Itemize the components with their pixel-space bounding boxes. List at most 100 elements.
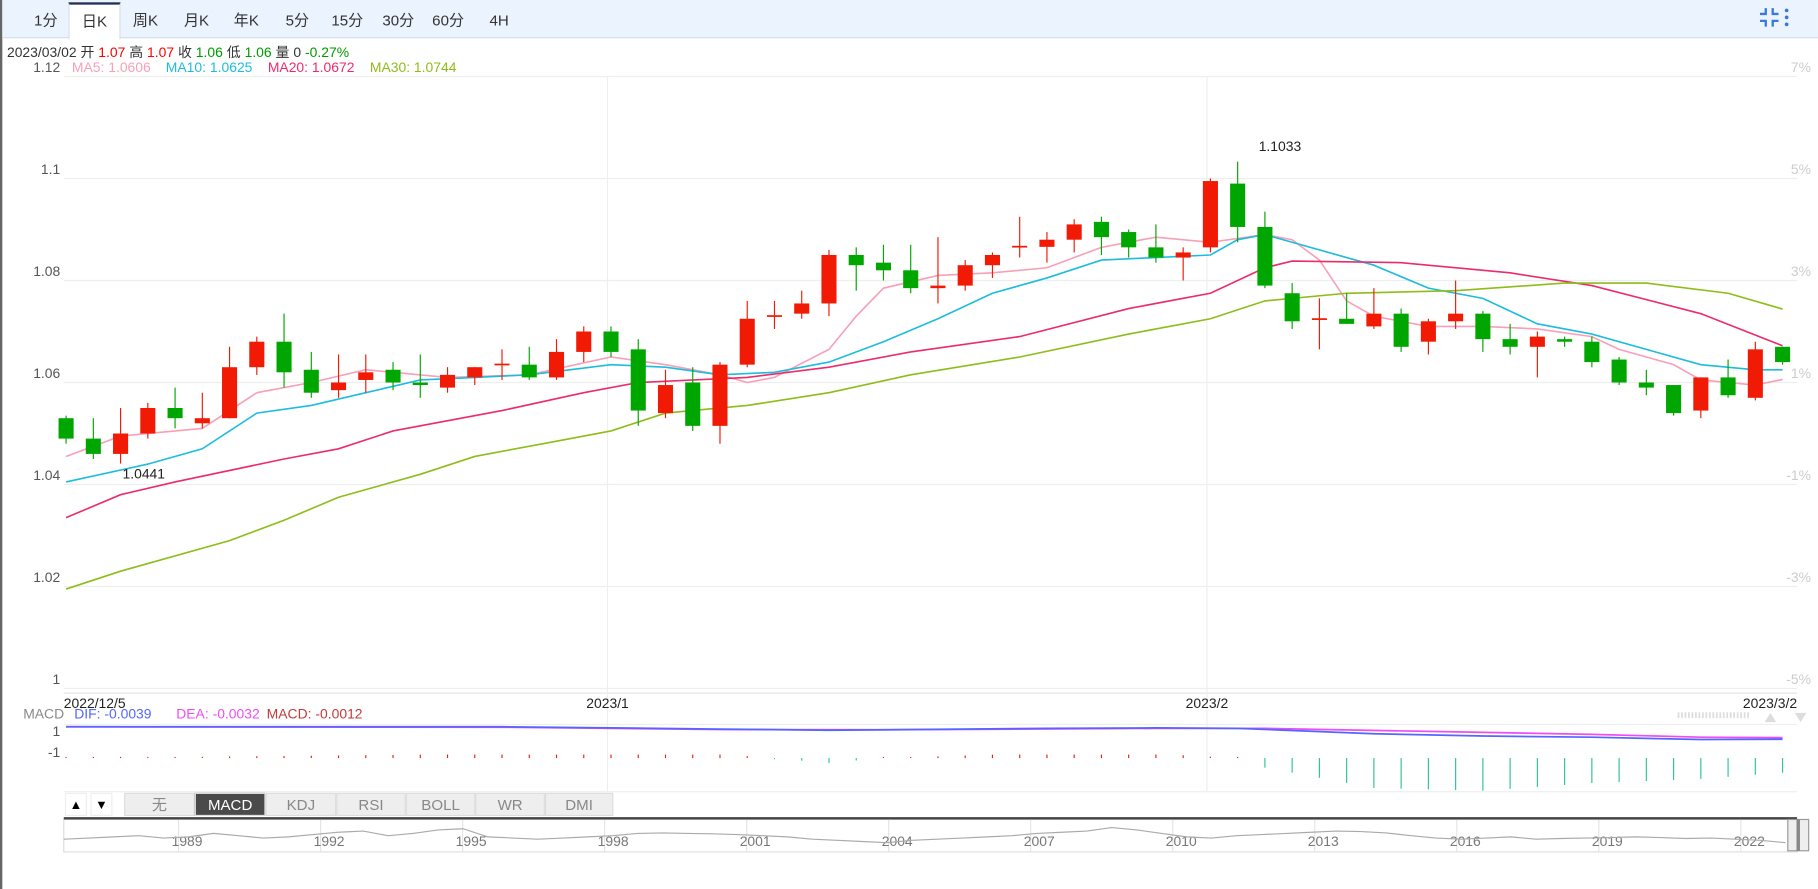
x-date-label: 2023/3/2 [1743, 695, 1797, 711]
indicator-tab-boll[interactable]: BOLL [405, 792, 476, 817]
candle[interactable] [1475, 311, 1491, 352]
candle[interactable] [1039, 232, 1055, 263]
candle[interactable] [1611, 357, 1627, 386]
candle[interactable] [1121, 229, 1137, 258]
candle-body [1148, 247, 1164, 258]
candle[interactable] [548, 339, 565, 380]
candle[interactable] [249, 336, 265, 375]
navigator-year-label: 2007 [1024, 833, 1055, 849]
candle[interactable] [521, 346, 537, 380]
candle[interactable] [1775, 346, 1791, 365]
candle[interactable] [1366, 288, 1382, 329]
dea-legend: DEA: -0.0032 [176, 705, 260, 723]
candle[interactable] [1311, 298, 1327, 350]
kline-chart-widget: 1分 日K 周K 月K 年K 5分 15分 30分 60分 4H 2023/03… [0, 0, 1818, 889]
candle[interactable] [766, 300, 783, 329]
candle[interactable] [58, 415, 74, 444]
right-percent-label: 5% [1791, 161, 1811, 177]
candle[interactable] [685, 367, 701, 431]
navigator-year-label: 1992 [314, 833, 345, 849]
candle-body [1502, 339, 1518, 347]
candle[interactable] [576, 326, 592, 363]
indicator-tab-none[interactable]: 无 [124, 792, 195, 817]
navigator-year-label: 2013 [1308, 833, 1339, 849]
candle-body [1720, 377, 1736, 396]
candle-body [1012, 245, 1028, 248]
candle[interactable] [1720, 359, 1736, 398]
candle[interactable] [1529, 331, 1545, 378]
candle[interactable] [657, 369, 674, 419]
candle[interactable] [276, 313, 292, 388]
candle[interactable] [1175, 247, 1191, 281]
candle[interactable] [630, 339, 646, 426]
y-tick-label: 1.06 [33, 365, 60, 381]
candle[interactable] [303, 351, 319, 398]
candle[interactable] [167, 387, 183, 429]
candle[interactable] [113, 408, 129, 464]
candle[interactable] [794, 290, 810, 319]
candle[interactable] [957, 260, 973, 291]
indicator-tab-wr[interactable]: WR [475, 792, 545, 817]
candle-body [821, 255, 837, 304]
candle-body [1529, 336, 1545, 347]
candle[interactable] [358, 354, 374, 393]
candle[interactable] [1339, 293, 1355, 324]
candle-body [576, 331, 592, 352]
price-chart[interactable]: 1.12 7% 1.1 5% 1.08 3% 1.06 1% 1.04 -1% 1.02 -3% 1 -5… [0, 0, 1818, 889]
candle[interactable] [85, 418, 101, 460]
scroll-up-triangle-icon[interactable] [1764, 712, 1777, 723]
candle[interactable] [439, 367, 456, 393]
candle[interactable] [1230, 161, 1246, 243]
candle[interactable] [1557, 336, 1573, 347]
candle[interactable] [331, 354, 347, 398]
candle[interactable] [222, 346, 238, 419]
candle[interactable] [848, 247, 864, 291]
y-tick-label: 1.08 [33, 263, 60, 279]
candle[interactable] [194, 392, 210, 429]
candle[interactable] [1148, 224, 1164, 263]
candle-body [794, 303, 810, 314]
candle-body [848, 255, 864, 266]
candle[interactable] [1257, 211, 1273, 289]
indicator-up-button[interactable]: ▲ [64, 792, 87, 817]
candle[interactable] [603, 326, 619, 358]
candle[interactable] [739, 300, 755, 368]
candle[interactable] [1584, 336, 1600, 368]
candle[interactable] [930, 237, 946, 304]
candle[interactable] [903, 244, 919, 294]
candle[interactable] [1284, 283, 1300, 329]
candle[interactable] [984, 252, 1000, 278]
scroll-down-triangle-icon[interactable] [1794, 712, 1807, 723]
candle[interactable] [1393, 308, 1409, 352]
candle-body [1121, 232, 1137, 248]
candle[interactable] [1012, 216, 1028, 258]
candle[interactable] [1747, 341, 1763, 401]
indicator-tab-rsi[interactable]: RSI [336, 792, 406, 817]
indicator-tab-kdj[interactable]: KDJ [265, 792, 337, 817]
right-percent-label: 7% [1791, 59, 1811, 75]
indicator-tab-dmi[interactable]: DMI [544, 792, 614, 817]
candle[interactable] [1448, 280, 1464, 329]
candle[interactable] [140, 402, 156, 439]
candle[interactable] [385, 362, 401, 391]
candle-body [85, 438, 101, 454]
candle[interactable] [712, 362, 728, 444]
candle[interactable] [875, 244, 891, 281]
indicator-down-button[interactable]: ▼ [90, 792, 113, 817]
candle-body [113, 433, 129, 454]
candle-body [1230, 183, 1246, 227]
candle[interactable] [1666, 385, 1682, 416]
macd-title: MACD [23, 705, 65, 723]
candle-body [1420, 321, 1436, 342]
candle[interactable] [1202, 178, 1218, 253]
candle[interactable] [1693, 377, 1709, 419]
candle[interactable] [1638, 369, 1654, 396]
candle[interactable] [1420, 318, 1436, 355]
candle-body [1284, 293, 1300, 322]
indicator-tab-macd[interactable]: MACD [194, 792, 266, 817]
candle[interactable] [1066, 219, 1082, 253]
navigator-year-label: 2022 [1734, 833, 1765, 849]
candle[interactable] [821, 249, 837, 317]
candle-body [1638, 382, 1654, 388]
candle-body [331, 382, 347, 391]
